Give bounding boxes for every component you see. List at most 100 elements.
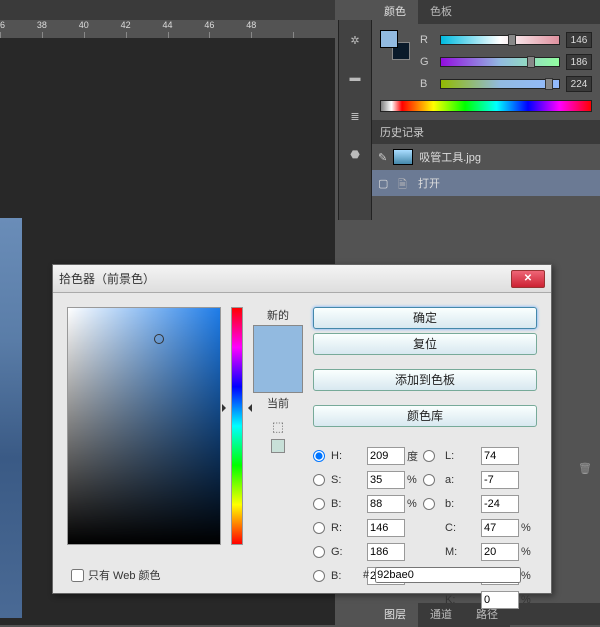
hex-row: # (363, 567, 521, 583)
label-bb: B: (331, 570, 367, 582)
history-doc-row[interactable]: ✎ 吸管工具.jpg (372, 144, 600, 170)
radio-l[interactable] (423, 450, 435, 462)
slider-r: R 146 (420, 30, 592, 50)
input-bv[interactable] (367, 495, 405, 513)
eyedropper-icon: ✎ (378, 151, 387, 164)
swatch-icon[interactable]: ▬ (345, 68, 365, 88)
tab-swatches[interactable]: 色板 (418, 0, 464, 24)
color-libraries-button[interactable]: 颜色库 (313, 405, 537, 427)
slider-b-label: B (420, 78, 434, 90)
preview-column: 新的 当前 ⬚ (253, 307, 303, 579)
ruler-tick: 42 (121, 20, 131, 30)
slider-g-label: G (420, 56, 434, 68)
ruler-tick: 38 (37, 20, 47, 30)
unit-c: % (521, 522, 537, 534)
slider-b-knob[interactable] (545, 78, 553, 90)
label-k: K: (445, 594, 481, 606)
brushes-icon[interactable]: ✲ (345, 30, 365, 50)
label-b2: b: (445, 498, 481, 510)
label-l: L: (445, 450, 481, 462)
hue-slider[interactable] (231, 307, 243, 545)
fg-bg-swatch[interactable] (380, 30, 410, 60)
sv-cursor[interactable] (154, 334, 164, 344)
unit-s: % (407, 474, 423, 486)
slider-r-label: R (420, 34, 434, 46)
radio-bb[interactable] (313, 570, 325, 582)
history-state-box: ▢ (378, 177, 392, 190)
current-color (254, 359, 302, 392)
label-r: R: (331, 522, 367, 534)
radio-r[interactable] (313, 522, 325, 534)
label-m: M: (445, 546, 481, 558)
slider-b-track[interactable] (440, 79, 560, 89)
unit-y: % (521, 570, 537, 582)
ruler-tick: 44 (163, 20, 173, 30)
radio-a[interactable] (423, 474, 435, 486)
add-swatch-button[interactable]: 添加到色板 (313, 369, 537, 391)
unit-m: % (521, 546, 537, 558)
radio-s[interactable] (313, 474, 325, 486)
trash-icon[interactable]: 🗑 (578, 462, 592, 475)
cube-icon[interactable]: ⬚ (272, 419, 284, 435)
new-current-swatch[interactable] (253, 325, 303, 393)
document-icon: 🗎 (398, 176, 412, 190)
web-colors-input[interactable] (71, 569, 84, 582)
fg-color-swatch[interactable] (380, 30, 398, 48)
web-safe-swatch[interactable] (271, 439, 285, 453)
input-a[interactable] (481, 471, 519, 489)
adjust-icon[interactable]: ≣ (345, 106, 365, 126)
hex-input[interactable] (375, 567, 521, 583)
dialog-titlebar[interactable]: 拾色器（前景色） ✕ (53, 265, 551, 293)
history-panel-header[interactable]: 历史记录 (372, 120, 600, 144)
slider-g-track[interactable] (440, 57, 560, 67)
input-c[interactable] (481, 519, 519, 537)
saturation-value-field[interactable] (67, 307, 221, 545)
new-color (254, 326, 302, 359)
value-grid: H:度 L: S:% a: B:% b: R: C:% G: M:% B: Y:… (313, 447, 537, 609)
slider-r-knob[interactable] (508, 34, 516, 46)
spectrum-bar[interactable] (380, 100, 592, 112)
tab-color[interactable]: 颜色 (372, 0, 418, 24)
current-label: 当前 (267, 395, 289, 411)
slider-b-value[interactable]: 224 (566, 76, 592, 92)
dialog-title: 拾色器（前景色） (59, 270, 511, 287)
radio-b2[interactable] (423, 498, 435, 510)
web-colors-checkbox[interactable]: 只有 Web 颜色 (71, 567, 161, 583)
3d-icon[interactable]: ⬣ (345, 144, 365, 164)
input-h[interactable] (367, 447, 405, 465)
label-c: C: (445, 522, 481, 534)
dialog-right-column: 确定 复位 添加到色板 颜色库 H:度 L: S:% a: B:% b: R: … (313, 307, 537, 579)
slider-g-knob[interactable] (527, 56, 535, 68)
close-button[interactable]: ✕ (511, 270, 545, 288)
input-b2[interactable] (481, 495, 519, 513)
history-step-label: 打开 (418, 175, 440, 191)
input-s[interactable] (367, 471, 405, 489)
new-label: 新的 (267, 307, 289, 323)
ok-button[interactable]: 确定 (313, 307, 537, 329)
slider-r-value[interactable]: 146 (566, 32, 592, 48)
color-panel-tabs: 颜色 色板 (372, 0, 600, 24)
horizontal-ruler: 36 38 40 42 44 46 48 (0, 20, 335, 38)
history-step-row[interactable]: ▢ 🗎 打开 (372, 170, 600, 196)
label-g: G: (331, 546, 367, 558)
ruler-tick: 48 (246, 20, 256, 30)
slider-r-track[interactable] (440, 35, 560, 45)
slider-g: G 186 (420, 52, 592, 72)
web-colors-label: 只有 Web 颜色 (88, 567, 161, 583)
tool-column: ✲ ▬ ≣ ⬣ (338, 20, 372, 220)
reset-button[interactable]: 复位 (313, 333, 537, 355)
image-edge (0, 218, 22, 618)
slider-b: B 224 (420, 74, 592, 94)
input-g[interactable] (367, 543, 405, 561)
radio-h[interactable] (313, 450, 325, 462)
label-s: S: (331, 474, 367, 486)
input-m[interactable] (481, 543, 519, 561)
radio-g[interactable] (313, 546, 325, 558)
radio-bv[interactable] (313, 498, 325, 510)
slider-g-value[interactable]: 186 (566, 54, 592, 70)
input-k[interactable] (481, 591, 519, 609)
ruler-tick: 36 (0, 20, 5, 30)
hash-label: # (363, 569, 369, 581)
input-l[interactable] (481, 447, 519, 465)
input-r[interactable] (367, 519, 405, 537)
